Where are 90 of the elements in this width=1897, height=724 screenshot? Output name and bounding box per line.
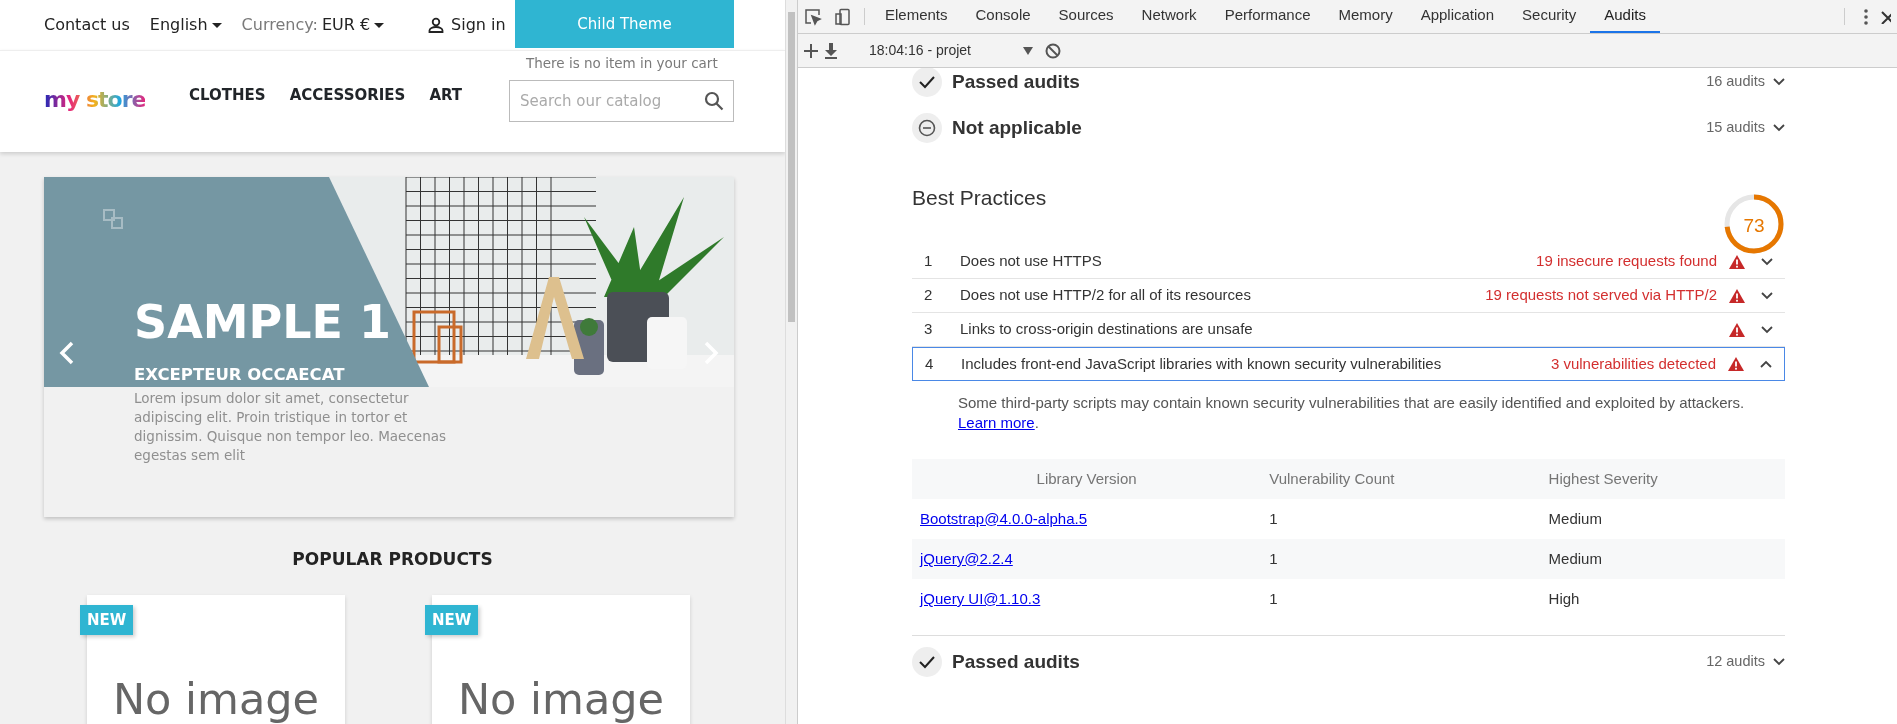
clear-icon[interactable] <box>1045 42 1061 59</box>
expand-icon[interactable] <box>1773 658 1785 666</box>
audit-row[interactable]: 4 Includes front-end JavaScript libraries with known security vulnerabilities 3 vulnerabilities detected <box>912 347 1785 381</box>
learn-more-link[interactable]: Learn more <box>958 414 1035 431</box>
audit-count: 12 audits <box>1706 652 1765 672</box>
table-cell: 1 <box>1261 539 1541 579</box>
score-gauge <box>1723 193 1785 255</box>
group-title[interactable]: Not applicable <box>952 113 1082 143</box>
report-dropdown[interactable]: 18:04:16 - projet <box>863 40 1039 61</box>
audit-row[interactable]: 3 Links to cross-origin destinations are unsafe <box>912 313 1785 347</box>
new-badge: NEW <box>425 604 479 635</box>
minus-circle-icon <box>918 119 936 137</box>
more-icon[interactable] <box>1863 7 1869 26</box>
column-header: Vulnerability Count <box>1261 459 1541 499</box>
audit-index: 2 <box>924 285 934 306</box>
table-cell: 1 <box>1261 579 1541 619</box>
category-title: Best Practices <box>912 185 1047 211</box>
audit-title: Does not use HTTP/2 for all of its resources <box>960 285 1251 306</box>
image-placeholder-text: No image <box>456 672 666 724</box>
devtools-tab[interactable]: Application <box>1406 0 1509 33</box>
close-icon[interactable] <box>1881 9 1891 24</box>
devtools-tab[interactable]: Sources <box>1044 0 1128 33</box>
table-cell: 1 <box>1261 499 1541 539</box>
slide-text: Lorem ipsum dolor sit amet, consectetur adipiscing elit. Proin tristique in tortor et dignissim. Quisque non tempor leo. Maecenas egestas sem elit <box>134 389 447 465</box>
menu-link[interactable]: ACCESSORIES <box>289 84 406 107</box>
audit-title: Includes front-end JavaScript libraries with known security vulnerabilities <box>961 353 1442 374</box>
warning-icon <box>1728 357 1744 371</box>
device-icon[interactable] <box>834 7 852 26</box>
new-badge: NEW <box>80 604 134 635</box>
group-title[interactable]: Passed audits <box>952 647 1080 677</box>
expand-icon[interactable] <box>1773 124 1785 132</box>
audit-result: 19 insecure requests found <box>1536 251 1717 272</box>
audit-row[interactable]: 2 Does not use HTTP/2 for all of its resources 19 requests not served via HTTP/2 <box>912 279 1785 313</box>
checkmark-icon <box>919 655 935 669</box>
collapse-icon[interactable] <box>1760 360 1772 368</box>
download-icon[interactable] <box>824 42 838 59</box>
audit-result: 19 requests not served via HTTP/2 <box>1485 285 1717 306</box>
warning-icon <box>1729 254 1745 269</box>
table-cell: Medium <box>1540 499 1785 539</box>
warning-icon <box>1729 322 1745 337</box>
audit-result: 3 vulnerabilities detected <box>1550 353 1716 374</box>
group-title[interactable]: Passed audits <box>952 68 1080 97</box>
expand-icon[interactable] <box>1761 325 1773 334</box>
slide-subtitle: EXCEPTEUR OCCAECAT <box>134 364 345 386</box>
audit-index: 4 <box>925 353 935 374</box>
menu-link[interactable]: ART <box>429 84 463 107</box>
library-link[interactable]: jQuery@2.2.4 <box>920 549 1013 567</box>
scrollbar[interactable] <box>785 0 797 724</box>
expand-icon[interactable] <box>1761 291 1773 300</box>
search-field[interactable]: Search our catalog <box>509 80 734 122</box>
image-placeholder-text: No image <box>111 672 321 724</box>
audit-description: Some third-party scripts may contain known security vulnerabilities that are easily identified and exploited by attackers. Learn more. <box>957 393 1746 433</box>
cart-message: There is no item in your cart <box>526 54 718 73</box>
user-icon <box>428 17 445 33</box>
column-header: Highest Severity <box>1540 459 1785 499</box>
audit-count: 16 audits <box>1706 72 1765 92</box>
audit-title: Does not use HTTPS <box>960 251 1102 272</box>
plus-icon[interactable] <box>804 43 818 58</box>
audit-index: 1 <box>924 251 934 272</box>
expand-icon[interactable] <box>1773 78 1785 86</box>
currency-dropdown[interactable]: EUR € <box>321 13 385 37</box>
library-link[interactable]: jQuery UI@1.10.3 <box>920 589 1041 607</box>
slide-title: SAMPLE 1 <box>134 299 391 345</box>
audit-row[interactable]: 1 Does not use HTTPS 19 insecure requests found <box>912 245 1785 279</box>
expand-icon[interactable] <box>1761 257 1773 266</box>
inspect-icon[interactable] <box>804 7 822 26</box>
section-title: POPULAR PRODUCTS <box>291 548 494 571</box>
devtools-tab[interactable]: Console <box>961 0 1045 33</box>
score-value: 73 <box>1742 214 1766 238</box>
checkmark-icon <box>919 75 935 89</box>
menu-link[interactable]: CLOTHES <box>189 84 266 107</box>
table-cell: High <box>1540 579 1785 619</box>
devtools-tab[interactable]: Memory <box>1324 0 1407 33</box>
audit-title: Links to cross-origin destinations are unsafe <box>960 319 1253 340</box>
warning-icon <box>1729 288 1745 303</box>
column-header: Library Version <box>912 459 1262 499</box>
library-link[interactable]: Bootstrap@4.0.0-alpha.5 <box>920 509 1087 527</box>
currency-label: Currency: <box>241 14 318 36</box>
table-cell: Medium <box>1540 539 1785 579</box>
contact-link[interactable]: Contact us <box>44 13 130 37</box>
audit-index: 3 <box>924 319 934 340</box>
sign-in-link[interactable]: Sign in <box>428 13 506 37</box>
devtools-tab[interactable]: Security <box>1508 0 1591 33</box>
language-dropdown[interactable]: English <box>149 13 222 37</box>
devtools-tab[interactable]: Elements <box>871 0 962 33</box>
devtools-tab[interactable]: Network <box>1127 0 1211 33</box>
audit-count: 15 audits <box>1706 118 1765 138</box>
devtools-tab[interactable]: Performance <box>1210 0 1325 33</box>
caret-icon <box>1023 46 1033 55</box>
search-icon <box>704 91 724 111</box>
